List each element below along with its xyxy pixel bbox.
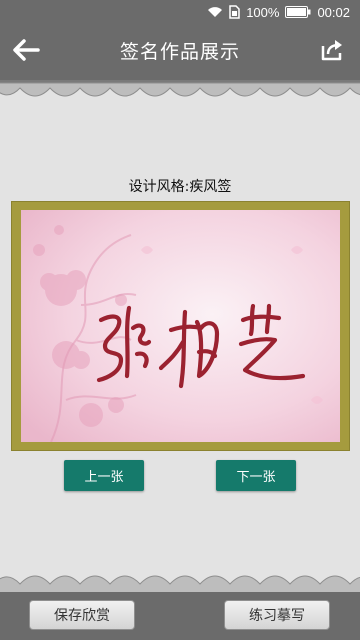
status-time: 00:02 [317, 4, 350, 20]
signature-artwork [21, 210, 340, 442]
status-bar: 100% 00:02 [0, 0, 360, 24]
scallop-border-top [0, 80, 360, 97]
share-button[interactable] [312, 32, 352, 72]
share-icon [319, 38, 345, 66]
battery-percent: 100% [246, 4, 280, 20]
status-bar-right: 100% 00:02 [207, 0, 350, 24]
practice-button[interactable]: 练习摹写 [224, 600, 330, 630]
bottom-toolbar: 保存欣赏 练习摹写 [0, 592, 360, 640]
battery-icon [285, 6, 311, 18]
prev-button[interactable]: 上一张 [64, 460, 144, 491]
app-header: 签名作品展示 [0, 24, 360, 80]
save-button[interactable]: 保存欣赏 [29, 600, 135, 630]
back-arrow-icon [12, 39, 40, 65]
scallop-border-bottom [0, 575, 360, 594]
page-title: 签名作品展示 [119, 41, 240, 63]
sim-icon [229, 5, 240, 19]
wifi-icon [207, 6, 223, 18]
style-caption: 设计风格:疾风签 [128, 179, 232, 195]
next-button[interactable]: 下一张 [216, 460, 296, 491]
back-button[interactable] [6, 32, 46, 72]
artwork-frame [11, 201, 350, 451]
